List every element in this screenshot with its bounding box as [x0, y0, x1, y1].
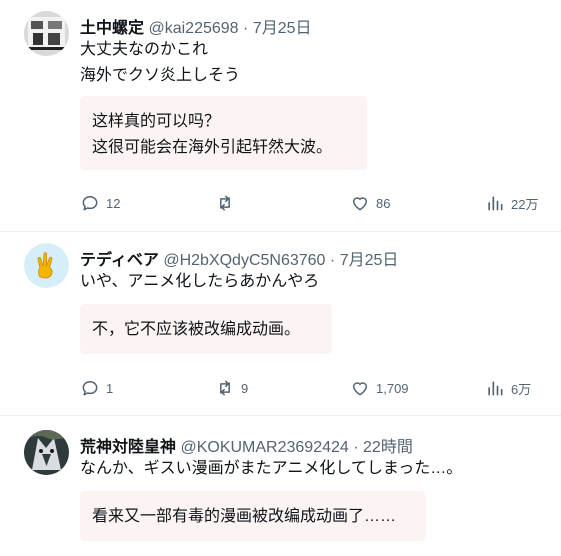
author-name[interactable]: 荒神対陸皇神 — [80, 439, 176, 456]
avatar[interactable] — [24, 11, 69, 56]
meta-separator: · — [329, 252, 336, 269]
post-1[interactable]: 土中螺定 @kai225698 · 7月25日 大丈夫なのかこれ 海外でクソ炎上… — [0, 0, 561, 230]
retweet-icon — [220, 380, 230, 396]
meta-separator: · — [353, 439, 359, 456]
post-text: 大丈夫なのかこれ 海外でクソ炎上しそう — [80, 37, 240, 89]
post-text-line: なんか、ギスい漫画がまたアニメ化してしまった…。 — [80, 460, 463, 477]
action-bar: 1 9 1,709 6万 — [80, 378, 545, 402]
author-name[interactable]: テディベア — [80, 252, 159, 269]
retweet-button[interactable]: 9 — [215, 378, 248, 398]
views-icon — [488, 196, 503, 211]
reply-icon — [82, 196, 98, 211]
post-text-line: いや、アニメ化したらあかんやろ — [80, 273, 320, 290]
translation-line: 这很可能会在海外引起轩然大波。 — [92, 139, 333, 156]
post-time[interactable]: 7月25日 — [340, 252, 399, 269]
post-time[interactable]: 22時間 — [363, 439, 413, 456]
heart-icon — [353, 382, 367, 396]
translation-box: 这样真的可以吗？ 这很可能会在海外引起轩然大波。 — [80, 96, 367, 170]
translation-line: 看来又一部有毒的漫画被改编成动画了…… — [92, 508, 397, 525]
like-button[interactable]: 1,709 — [350, 378, 409, 398]
views-count: 6万 — [511, 381, 532, 397]
translation-box: 不，它不应该被改编成动画。 — [80, 304, 332, 354]
translation-line: 这样真的可以吗？ — [92, 113, 221, 130]
translation-line: 不，它不应该被改编成动画。 — [92, 321, 301, 338]
reply-button[interactable]: 1 — [80, 378, 113, 398]
reply-button[interactable]: 12 — [80, 193, 120, 213]
avatar[interactable] — [24, 243, 69, 288]
action-bar: 12 86 22万 — [80, 193, 545, 217]
translation-box: 看来又一部有毒的漫画被改编成动画了…… — [80, 491, 426, 541]
post-text: なんか、ギスい漫画がまたアニメ化してしまった…。 — [80, 456, 462, 482]
post-meta: 荒神対陸皇神 @KOKUMAR23692424 · 22時間 — [80, 433, 413, 457]
author-name[interactable]: 土中螺定 — [80, 20, 144, 37]
heart-icon — [353, 197, 367, 211]
post-2[interactable]: テディベア @H2bXQdyC5N63760 · 7月25日 いや、アニメ化した… — [0, 232, 561, 415]
reply-icon — [82, 381, 98, 396]
reply-count: 12 — [106, 195, 121, 211]
retweet-button[interactable] — [215, 193, 241, 213]
views-count: 22万 — [511, 196, 539, 212]
meta-separator: · — [243, 20, 249, 37]
views-button[interactable]: 22万 — [485, 193, 538, 213]
reply-count: 1 — [106, 380, 114, 396]
post-text-line: 大丈夫なのかこれ — [80, 41, 209, 58]
post-text-line: 海外でクソ炎上しそう — [80, 67, 241, 84]
retweet-icon — [220, 195, 230, 211]
views-icon — [488, 381, 503, 396]
post-time[interactable]: 7月25日 — [253, 20, 312, 37]
post-3[interactable]: 荒神対陸皇神 @KOKUMAR23692424 · 22時間 なんか、ギスい漫画… — [0, 416, 561, 556]
avatar[interactable] — [24, 430, 69, 475]
views-button[interactable]: 6万 — [485, 378, 531, 398]
author-handle[interactable]: @KOKUMAR23692424 — [180, 439, 348, 456]
post-text: いや、アニメ化したらあかんやろ — [80, 269, 319, 295]
author-handle[interactable]: @kai225698 — [148, 20, 238, 37]
retweet-count: 9 — [241, 380, 249, 396]
like-count: 86 — [376, 195, 391, 211]
post-meta: 土中螺定 @kai225698 · 7月25日 — [80, 14, 312, 38]
author-handle[interactable]: @H2bXQdyC5N63760 — [163, 252, 325, 269]
like-count: 1,709 — [376, 380, 409, 396]
post-meta: テディベア @H2bXQdyC5N63760 · 7月25日 — [80, 246, 398, 270]
like-button[interactable]: 86 — [350, 193, 390, 213]
